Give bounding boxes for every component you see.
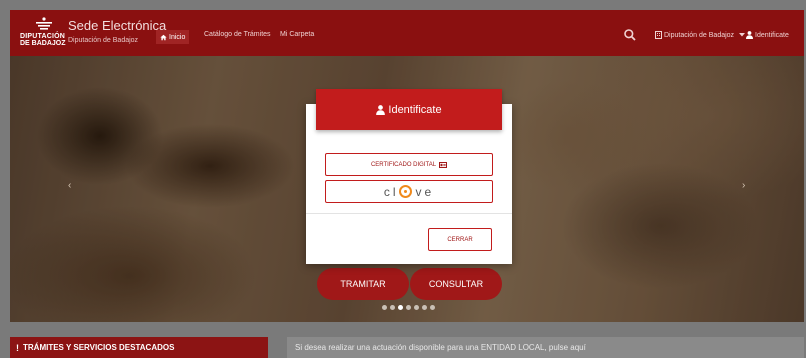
clave-logo: cl ve: [383, 184, 435, 199]
site-title[interactable]: Sede Electrónica: [68, 18, 166, 33]
tramitar-button[interactable]: TRAMITAR: [317, 268, 409, 300]
carousel-dot[interactable]: [422, 305, 427, 310]
chevron-down-icon: [739, 33, 746, 37]
modal-header: Identificate: [316, 89, 502, 130]
digital-certificate-label: CERTIFICADO DIGITAL: [370, 161, 437, 168]
featured-procedures-title: TRÁMITES Y SERVICIOS DESTACADOS: [23, 343, 175, 352]
exclamation-icon: !: [16, 342, 19, 353]
nav-identify-link[interactable]: Identificate: [746, 31, 789, 39]
nav-item-mi-carpeta[interactable]: Mi Carpeta: [280, 31, 314, 38]
modal-divider: [306, 213, 512, 214]
carousel-dot[interactable]: [382, 305, 387, 310]
top-navbar: DIPUTACIÓN DE BADAJOZ Sede Electrónica D…: [10, 10, 804, 56]
nav-item-inicio[interactable]: Inicio: [156, 30, 190, 44]
organization-dropdown[interactable]: Diputación de Badajoz: [655, 31, 746, 39]
nav-item-label: Inicio: [169, 33, 186, 41]
clave-logo-icon: [399, 185, 413, 198]
carousel-indicators: [382, 305, 435, 310]
carousel-dot[interactable]: [414, 305, 419, 310]
search-icon[interactable]: [623, 28, 637, 42]
carousel-dot[interactable]: [390, 305, 395, 310]
local-entity-info-link[interactable]: Si desea realizar una actuación disponib…: [287, 337, 804, 358]
organization-dropdown-label: Diputación de Badajoz: [664, 31, 735, 39]
consultar-button[interactable]: CONSULTAR: [410, 268, 502, 300]
site-subtitle: Diputación de Badajoz: [68, 37, 139, 44]
diputacion-logo[interactable]: DIPUTACIÓN DE BADAJOZ: [20, 15, 70, 51]
carousel-dot[interactable]: [430, 305, 435, 310]
id-card-icon: [439, 161, 448, 168]
modal-title: Identificate: [388, 103, 442, 116]
carousel-prev-arrow[interactable]: ‹: [68, 180, 71, 191]
home-icon: [160, 34, 167, 40]
nav-identify-label: Identificate: [755, 31, 789, 39]
featured-procedures-header[interactable]: ! TRÁMITES Y SERVICIOS DESTACADOS: [10, 337, 268, 358]
logo-mark-icon: [36, 17, 52, 30]
logo-text-line1: DIPUTACIÓN: [20, 33, 66, 40]
identify-modal: Identificate CERTIFICADO DIGITAL cl ve CE…: [306, 89, 512, 264]
carousel-dot-active[interactable]: [398, 305, 403, 310]
carousel-next-arrow[interactable]: ›: [742, 180, 745, 191]
digital-certificate-button[interactable]: CERTIFICADO DIGITAL: [325, 153, 493, 176]
clave-login-button[interactable]: cl ve: [325, 180, 493, 203]
carousel-dot[interactable]: [406, 305, 411, 310]
building-icon: [655, 31, 662, 39]
logo-text-line2: DE BADAJOZ: [20, 40, 66, 47]
nav-item-catalogo[interactable]: Catálogo de Trámites: [204, 31, 271, 38]
user-icon: [376, 104, 386, 115]
close-button[interactable]: CERRAR: [428, 228, 492, 251]
user-icon: [746, 31, 753, 39]
